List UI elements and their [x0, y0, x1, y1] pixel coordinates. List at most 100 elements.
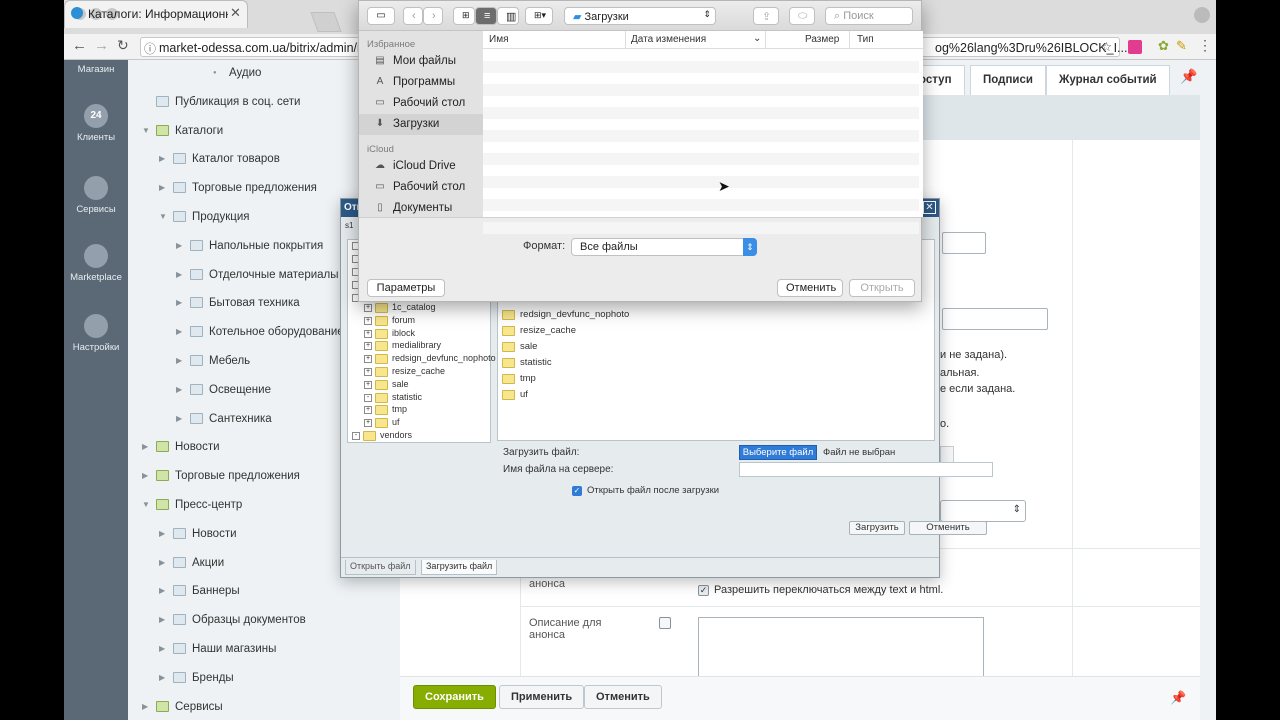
back-chevron-icon[interactable]: ‹ — [403, 7, 423, 25]
extension-icon[interactable]: ✿ — [1158, 38, 1169, 54]
expanded-arrow-icon[interactable]: ▼ — [142, 126, 150, 135]
desc-textarea[interactable] — [698, 617, 984, 677]
cancel-button[interactable]: Отменить — [584, 685, 662, 709]
desc-checkbox[interactable] — [659, 617, 671, 629]
collapsed-arrow-icon[interactable]: ▶ — [176, 414, 182, 423]
profile-icon[interactable] — [1194, 7, 1210, 23]
new-tab-button[interactable] — [310, 12, 342, 32]
expand-plus-icon[interactable]: + — [364, 355, 372, 364]
finder-sidebar-item[interactable]: ▤ Мои файлы — [367, 51, 483, 72]
format-value: Все файлы — [580, 241, 638, 253]
forward-arrow-icon[interactable]: → — [94, 37, 109, 54]
extension-2-icon[interactable]: ✎ — [1176, 38, 1187, 54]
finder-sidebar-item[interactable]: ▯ Документы — [367, 198, 483, 219]
column-view-icon[interactable]: ▥ — [497, 7, 519, 25]
collapsed-arrow-icon[interactable]: ▶ — [176, 241, 182, 250]
color-extension-icon[interactable] — [1128, 40, 1142, 54]
expand-plus-icon[interactable]: + — [364, 419, 372, 428]
search-field[interactable]: ⌕ Поиск — [825, 7, 913, 25]
collapsed-arrow-icon[interactable]: ▶ — [176, 356, 182, 365]
finder-sidebar-item[interactable]: ▭ Рабочий стол — [367, 93, 483, 114]
dialog-close-icon[interactable]: ✕ — [923, 201, 936, 214]
menu-dots-icon[interactable]: ⋮ — [1198, 37, 1212, 54]
share-icon[interactable]: ⇪ — [753, 7, 779, 25]
collapsed-arrow-icon[interactable]: ▶ — [159, 644, 165, 653]
expand-plus-icon[interactable]: + — [364, 304, 372, 312]
left-menu-gear[interactable]: Настройки — [64, 314, 128, 353]
choose-file-button[interactable]: Выберите файл — [739, 445, 817, 460]
browser-tab-active[interactable]: Каталоги: Информационные ✕ — [64, 0, 248, 28]
finder-sidebar-item[interactable]: ⬇ Загрузки — [359, 114, 483, 135]
collapsed-arrow-icon[interactable]: ▶ — [142, 702, 148, 711]
tab-open-file[interactable]: Открыть файл — [345, 560, 416, 575]
expand-plus-icon[interactable]: + — [364, 316, 372, 325]
tab-signatures[interactable]: Подписи — [970, 65, 1046, 95]
iblock-icon — [173, 556, 186, 568]
sort-input[interactable] — [942, 232, 986, 254]
tab-event-log[interactable]: Журнал событий — [1046, 65, 1170, 95]
format-select[interactable]: Все файлы ⇕ — [571, 238, 757, 256]
tab-upload-file[interactable]: Загрузить файл — [421, 560, 498, 575]
expand-plus-icon[interactable]: + — [364, 406, 372, 415]
html-toggle-checkbox[interactable]: ✓ — [698, 585, 709, 596]
collapsed-arrow-icon[interactable]: ▶ — [176, 385, 182, 394]
collapsed-arrow-icon[interactable]: ▶ — [159, 673, 165, 682]
pin-icon[interactable]: 📌 — [1180, 68, 1197, 85]
expand-plus-icon[interactable]: + — [364, 329, 372, 338]
finder-open-button[interactable]: Открыть — [849, 279, 915, 297]
expand-plus-icon[interactable]: + — [364, 342, 372, 351]
back-arrow-icon[interactable]: ← — [72, 37, 87, 54]
collapsed-arrow-icon[interactable]: ▶ — [176, 327, 182, 336]
collapsed-arrow-icon[interactable]: ▶ — [159, 154, 165, 163]
left-menu-cloud-download[interactable]: Marketplace — [64, 244, 128, 283]
collapsed-arrow-icon[interactable]: ▶ — [176, 270, 182, 279]
collapse-minus-icon[interactable]: - — [352, 432, 360, 440]
col-size[interactable]: Размер — [805, 34, 839, 45]
type-select[interactable]: ⇕ — [940, 500, 1026, 522]
col-name[interactable]: Имя — [489, 34, 508, 45]
finder-cancel-button[interactable]: Отменить — [777, 279, 843, 297]
open-after-checkbox[interactable]: ✓ — [572, 486, 582, 496]
tab-close-icon[interactable]: ✕ — [230, 5, 241, 21]
finder-sidebar-item[interactable]: ☁ iCloud Drive — [367, 156, 483, 177]
forward-chevron-icon[interactable]: › — [423, 7, 443, 25]
collapsed-arrow-icon[interactable]: ▶ — [159, 586, 165, 595]
col-date[interactable]: Дата изменения — [631, 34, 706, 45]
apply-button[interactable]: Применить — [499, 685, 585, 709]
collapsed-arrow-icon[interactable]: ▶ — [142, 442, 148, 451]
collapsed-arrow-icon[interactable]: ▶ — [142, 471, 148, 480]
expanded-arrow-icon[interactable]: ▼ — [142, 500, 150, 509]
col-type[interactable]: Тип — [857, 34, 874, 45]
collapsed-arrow-icon[interactable]: ▶ — [159, 529, 165, 538]
sidebar-toggle-icon[interactable]: ▭ — [367, 7, 395, 25]
folder-icon — [502, 374, 515, 384]
left-menu-layers[interactable]: Сервисы — [64, 176, 128, 215]
finder-sidebar-item[interactable]: ▭ Рабочий стол — [367, 177, 483, 198]
left-menu-clients-24[interactable]: 24 Клиенты — [64, 104, 128, 143]
upload-cancel-button[interactable]: Отменить — [909, 521, 987, 535]
collapsed-arrow-icon[interactable]: ▶ — [176, 298, 182, 307]
collapsed-arrow-icon[interactable]: ▶ — [159, 615, 165, 624]
iblock-icon — [190, 268, 203, 280]
group-menu-icon[interactable]: ⊞▾ — [525, 7, 553, 25]
reload-icon[interactable]: ↻ — [117, 37, 129, 54]
icon-view-icon[interactable]: ⊞ — [453, 7, 475, 25]
code-input[interactable] — [942, 308, 1048, 330]
collapsed-arrow-icon[interactable]: ▶ — [159, 558, 165, 567]
params-button[interactable]: Параметры — [367, 279, 445, 297]
collapsed-arrow-icon[interactable]: ▶ — [159, 183, 165, 192]
finder-sidebar-item[interactable]: A Программы — [367, 72, 483, 93]
upload-button[interactable]: Загрузить — [849, 521, 905, 535]
expand-plus-icon[interactable]: + — [364, 380, 372, 389]
location-popup[interactable]: ▰ Загрузки ⇕ — [564, 7, 716, 25]
collapse-minus-icon[interactable]: - — [364, 393, 372, 402]
bookmark-star-icon[interactable]: ☆ — [1101, 39, 1112, 54]
bottom-pin-icon[interactable]: 📌 — [1170, 690, 1186, 706]
tag-icon[interactable]: ⬭ — [789, 7, 815, 25]
expanded-arrow-icon[interactable]: ▼ — [159, 212, 167, 221]
save-button[interactable]: Сохранить — [413, 685, 496, 709]
left-menu-shop[interactable]: Магазин — [64, 64, 128, 75]
list-view-icon[interactable]: ≡ — [475, 7, 497, 25]
server-name-input[interactable] — [739, 462, 993, 477]
expand-plus-icon[interactable]: + — [364, 368, 372, 376]
